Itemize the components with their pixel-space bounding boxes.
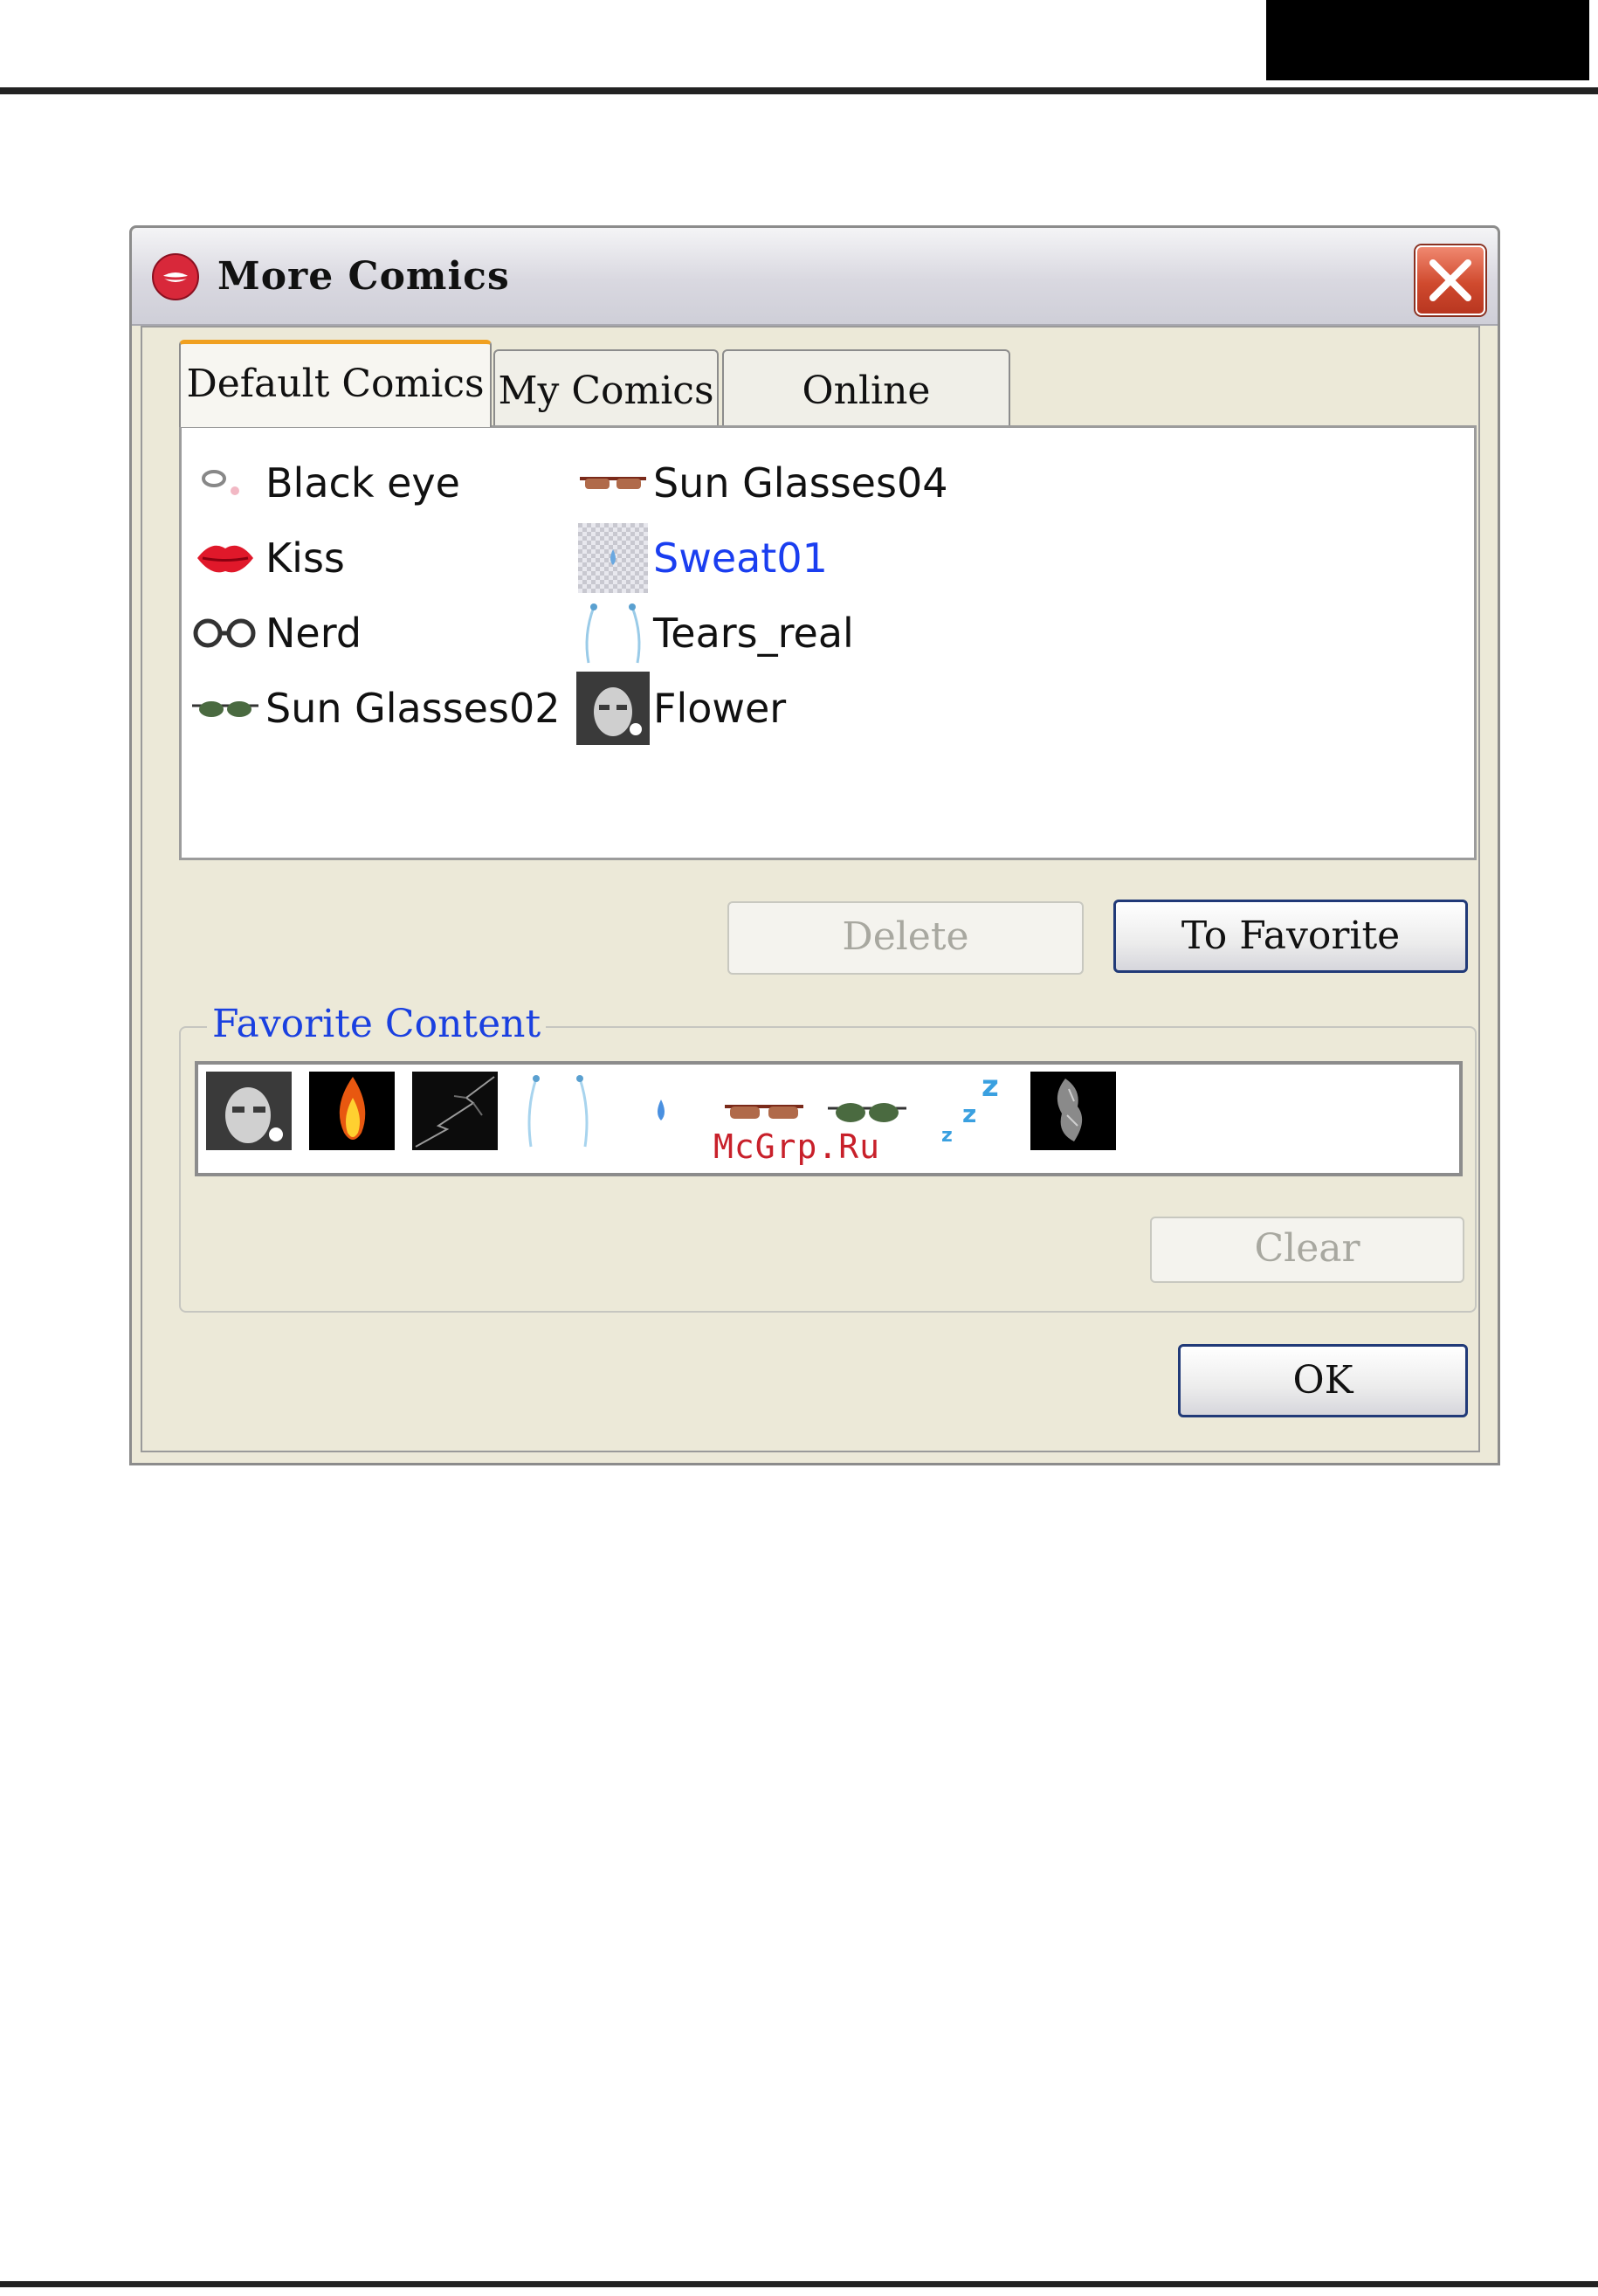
list-item-label: Tears_real (653, 610, 854, 657)
title-bar[interactable]: More Comics (132, 228, 1498, 326)
clear-button[interactable]: Clear (1150, 1217, 1464, 1283)
list-item-sun-glasses04[interactable]: Sun Glasses04 (576, 452, 947, 514)
tears-icon[interactable] (514, 1072, 602, 1150)
svg-text:z: z (982, 1072, 999, 1104)
lightning-icon[interactable] (411, 1072, 499, 1150)
tab-default-comics[interactable]: Default Comics (179, 340, 492, 427)
face-thumbnail-icon[interactable] (205, 1072, 293, 1150)
svg-text:z: z (962, 1100, 976, 1128)
list-item-sweat01[interactable]: Sweat01 (576, 523, 828, 593)
more-comics-dialog: More Comics Default Comics My Comics Onl… (129, 225, 1500, 1465)
favorite-content-group: Favorite Content z z z McGrp.Ru Clear (179, 1002, 1477, 1313)
favorite-content-legend: Favorite Content (207, 1002, 547, 1046)
zzz-sleep-icon[interactable]: zzz (926, 1072, 1014, 1150)
tab-online-content[interactable]: Online Content (722, 349, 1010, 493)
svg-text:z: z (941, 1125, 953, 1147)
page-bottom-rule (0, 2281, 1598, 2287)
window-title: More Comics (217, 254, 510, 299)
list-item-nerd[interactable]: Nerd (189, 603, 362, 664)
list-item-sun-glasses02[interactable]: Sun Glasses02 (189, 678, 560, 739)
delete-button[interactable]: Delete (727, 901, 1084, 975)
sweat-drop-icon (576, 523, 650, 593)
page-header-block (1266, 0, 1589, 80)
list-item-flower[interactable]: Flower (576, 672, 787, 745)
favorite-content-strip: zzz McGrp.Ru (195, 1061, 1463, 1176)
list-item-label: Black eye (265, 459, 460, 507)
app-lips-icon (152, 253, 199, 300)
watermark: McGrp.Ru (713, 1127, 881, 1166)
page-top-rule (0, 87, 1598, 94)
black-eye-icon (189, 452, 262, 514)
list-item-black-eye[interactable]: Black eye (189, 452, 460, 514)
face-thumbnail-icon (576, 672, 650, 745)
list-item-label: Sun Glasses04 (653, 459, 948, 507)
comics-list: Black eye Kiss Nerd Sun Glasses02 Sun Gl… (179, 425, 1477, 860)
list-item-label: Nerd (265, 610, 362, 657)
fire-icon[interactable] (308, 1072, 396, 1150)
ok-button[interactable]: OK (1178, 1344, 1468, 1417)
list-item-label: Sun Glasses02 (265, 685, 561, 732)
list-item-label: Flower (653, 685, 787, 732)
nerd-glasses-icon (189, 603, 262, 664)
brown-sunglasses-icon (576, 452, 650, 514)
dialog-content: Default Comics My Comics Online Content … (141, 326, 1480, 1452)
list-item-label: Kiss (265, 534, 345, 582)
list-item-kiss[interactable]: Kiss (189, 527, 345, 589)
to-favorite-button[interactable]: To Favorite (1113, 900, 1468, 973)
list-item-tears-real[interactable]: Tears_real (576, 603, 854, 664)
lips-icon (189, 527, 262, 589)
sweat-drop-icon[interactable] (617, 1072, 705, 1150)
green-sunglasses-icon (189, 678, 262, 739)
close-button[interactable] (1415, 245, 1485, 315)
list-item-label: Sweat01 (653, 534, 828, 582)
tab-my-comics[interactable]: My Comics (493, 349, 719, 430)
close-icon (1429, 259, 1471, 301)
tears-icon (576, 603, 650, 664)
dark-texture-icon[interactable] (1030, 1072, 1117, 1150)
